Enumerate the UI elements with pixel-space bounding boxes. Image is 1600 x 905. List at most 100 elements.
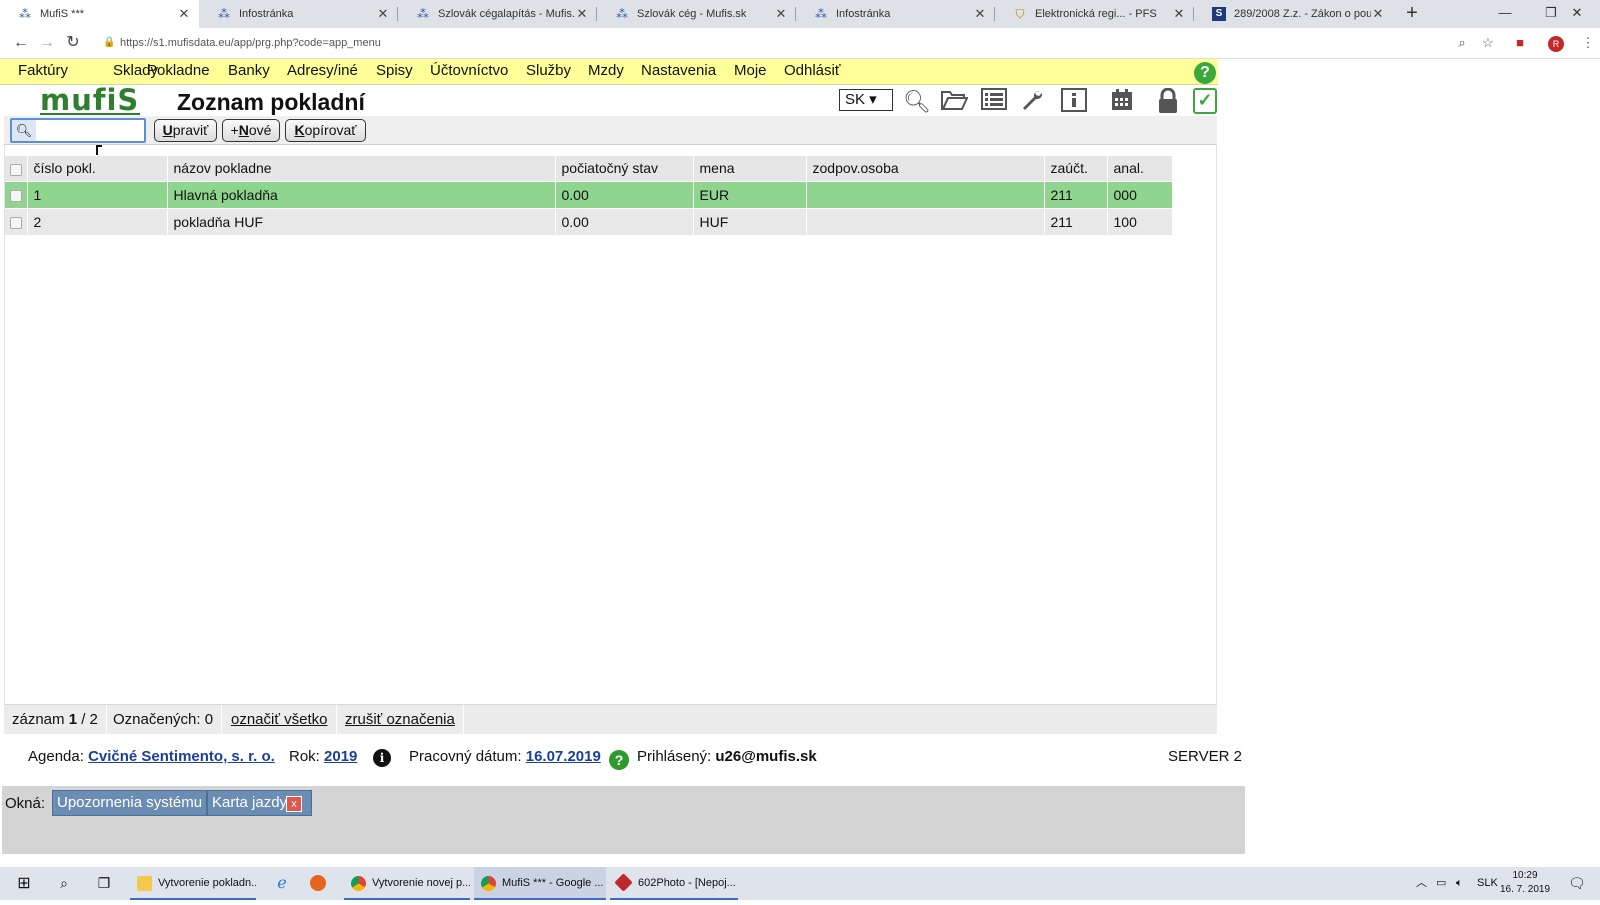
search-input[interactable] (38, 121, 142, 140)
tab-title: Elektronická regi... - PFS (1035, 8, 1157, 20)
col-anal[interactable]: anal. (1107, 156, 1173, 181)
col-zauct[interactable]: zaúčt. (1044, 156, 1108, 181)
select-all-checkbox[interactable] (10, 163, 22, 176)
col-osoba[interactable]: zodpov.osoba (806, 156, 1045, 181)
col-nazov[interactable]: názov pokladne (167, 156, 556, 181)
menu-moje[interactable]: Moje (734, 62, 767, 79)
menu-odhlasit[interactable]: Odhlásiť (784, 62, 840, 79)
url-field[interactable]: 🔒 https://s1.mufisdata.eu/app/prg.php?co… (98, 31, 1493, 55)
profile-avatar[interactable]: R (1548, 36, 1564, 52)
chevron-down-icon[interactable]: ✓ (1193, 88, 1217, 114)
close-tab-icon[interactable]: ✕ (1172, 6, 1186, 22)
row-checkbox-cell[interactable] (5, 207, 28, 235)
taskbar-clock[interactable]: 10:29 16. 7. 2019 (1500, 869, 1550, 897)
minimize-icon[interactable]: — (1482, 0, 1528, 28)
help-icon[interactable]: ? (1194, 62, 1216, 84)
info-icon[interactable] (1060, 88, 1088, 116)
search-icon[interactable]: ⌕ (52, 867, 76, 900)
browser-tab[interactable]: S 289/2008 Z.z. - Zákon o používan ✕ (1194, 0, 1393, 28)
close-tab-icon[interactable]: ✕ (774, 6, 788, 22)
extension-icon[interactable]: ■ (1510, 33, 1530, 53)
back-icon[interactable]: ← (10, 32, 32, 54)
browser-tab[interactable]: ⁂ Szlovák cégalapítás - Mufis.sk ✕ (398, 0, 597, 28)
menu-mzdy[interactable]: Mzdy (588, 62, 624, 79)
edit-button-label: praviť (172, 122, 209, 138)
windows-start-icon[interactable]: ⊞ (12, 867, 36, 900)
tab-title: Infostránka (239, 8, 294, 20)
col-cislo[interactable]: číslo pokl. (27, 156, 168, 181)
photo-app-icon (614, 873, 633, 892)
row-checkbox[interactable] (10, 189, 22, 202)
tab-title: Szlovák cégalapítás - Mufis.sk (438, 8, 575, 20)
taskbar-app[interactable]: Vytvorenie pokladn... (130, 867, 256, 900)
mark-all-link[interactable]: označiť všetko (231, 711, 328, 728)
table-row[interactable]: 2 pokladňa HUF 0.00 HUF 211 100 (5, 207, 1173, 235)
col-stav[interactable]: počiatočný stav (555, 156, 694, 181)
reload-icon[interactable]: ↻ (62, 32, 84, 54)
taskbar-app[interactable]: MufiS *** - Google ... (474, 867, 606, 900)
zoom-icon[interactable]: ⌕ (1452, 33, 1472, 53)
cell-cislo: 2 (27, 207, 168, 235)
tray-chevron-icon[interactable]: ︿ (1416, 867, 1427, 900)
menu-banky[interactable]: Banky (228, 62, 270, 79)
row-checkbox-cell[interactable] (5, 180, 28, 208)
menu-adresy[interactable]: Adresy/iné (287, 62, 358, 79)
edit-button[interactable]: Upraviť (154, 119, 217, 142)
info-icon[interactable]: i (373, 749, 391, 767)
row-checkbox[interactable] (10, 217, 22, 230)
record-current: 1 (68, 711, 78, 728)
network-icon[interactable]: ▭ (1436, 867, 1446, 900)
browser-menu-icon[interactable]: ⋮ (1578, 33, 1598, 53)
folder-open-icon[interactable] (940, 88, 969, 116)
close-tab-icon[interactable]: ✕ (177, 6, 191, 22)
year-label: Rok: (289, 748, 320, 765)
volume-icon[interactable]: 🔈︎ (1456, 867, 1463, 900)
browser-tab[interactable]: ⁂ Szlovák cég - Mufis.sk ✕ (597, 0, 796, 28)
window-system-alerts[interactable]: Upozornenia systému (52, 790, 208, 816)
menu-faktury[interactable]: Faktúry (18, 62, 68, 79)
notifications-icon[interactable]: 🗨︎ (1568, 867, 1586, 900)
col-mena[interactable]: mena (693, 156, 807, 181)
browser-tab[interactable]: ⁂ MufiS *** ✕ (0, 0, 199, 28)
menu-uctovnictvo[interactable]: Účtovníctvo (430, 62, 508, 79)
firefox-icon[interactable] (310, 867, 334, 900)
calendar-icon[interactable] (1108, 88, 1136, 116)
unmark-link[interactable]: zrušiť označenia (345, 711, 455, 728)
close-tab-icon[interactable]: ✕ (1371, 6, 1385, 22)
forward-icon[interactable]: → (36, 32, 58, 54)
input-language[interactable]: SLK (1477, 867, 1498, 900)
list-icon[interactable] (980, 88, 1008, 116)
close-window-icon[interactable]: ✕ (1554, 0, 1600, 28)
ie-icon[interactable]: ℯ (270, 867, 294, 900)
work-date-link[interactable]: 16.07.2019 (526, 748, 601, 765)
close-window-icon[interactable]: x (286, 796, 302, 812)
close-tab-icon[interactable]: ✕ (376, 6, 390, 22)
language-select[interactable]: SK ▾ (839, 89, 893, 111)
cell-zauct: 211 (1044, 207, 1108, 235)
new-tab-icon[interactable]: + (1399, 0, 1425, 28)
lock-icon[interactable] (1154, 87, 1182, 116)
menu-sluzby[interactable]: Služby (526, 62, 571, 79)
taskbar-app[interactable]: Vytvorenie novej p... (344, 867, 470, 900)
browser-tab[interactable]: ⁂ Infostránka ✕ (199, 0, 398, 28)
menu-spisy[interactable]: Spisy (376, 62, 413, 79)
browser-tab[interactable]: ⛉ Elektronická regi... - PFS ✕ (995, 0, 1194, 28)
close-tab-icon[interactable]: ✕ (973, 6, 987, 22)
menu-nastavenia[interactable]: Nastavenia (641, 62, 716, 79)
copy-button[interactable]: Kopírovať (285, 119, 366, 142)
table-row[interactable]: 1 Hlavná pokladňa 0.00 EUR 211 000 (5, 180, 1173, 208)
menu-pokladne[interactable]: Pokladne (147, 62, 210, 79)
select-all-cell[interactable] (5, 156, 28, 181)
year-link[interactable]: 2019 (324, 748, 357, 765)
task-view-icon[interactable]: ❐ (92, 867, 116, 900)
new-button[interactable]: +Nové (222, 119, 280, 142)
taskbar-app[interactable]: 602Photo - [Nepoj... (610, 867, 738, 900)
agenda-link[interactable]: Cvičné Sentimento, s. r. o. (88, 748, 275, 765)
bookmark-star-icon[interactable]: ☆ (1478, 33, 1498, 53)
url-text: https://s1.mufisdata.eu/app/prg.php?code… (120, 37, 381, 49)
browser-tab[interactable]: ⁂ Infostránka ✕ (796, 0, 995, 28)
wrench-icon[interactable] (1018, 88, 1046, 116)
help-icon[interactable]: ? (609, 750, 629, 770)
close-tab-icon[interactable]: ✕ (575, 6, 589, 22)
search-icon[interactable]: 🔍︎ (903, 88, 931, 116)
